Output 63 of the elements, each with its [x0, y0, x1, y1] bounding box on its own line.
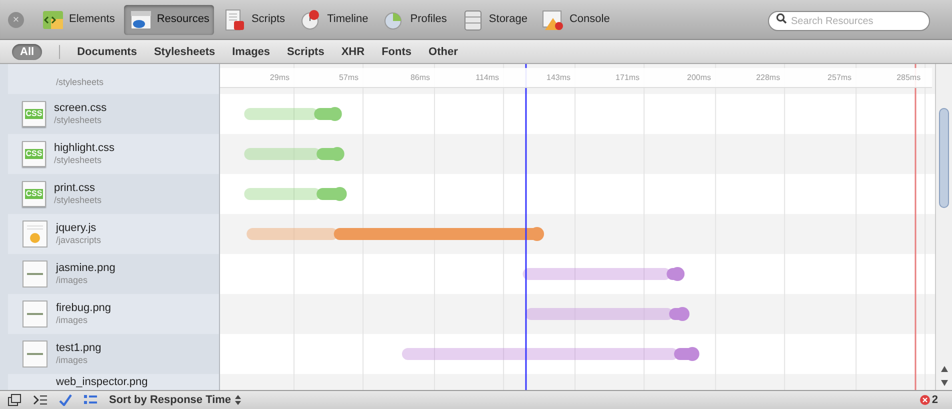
tick-label: 86ms [409, 72, 430, 84]
filter-tab[interactable]: Stylesheets [154, 44, 216, 60]
resource-name[interactable]: highlight.css [54, 142, 115, 154]
tick-label: 228ms [755, 72, 780, 84]
console-button[interactable] [33, 394, 47, 406]
toolbar-tab[interactable]: Elements [36, 4, 120, 34]
error-count[interactable]: 2 [932, 392, 938, 408]
resource-path: /images [56, 314, 89, 326]
resource-name[interactable]: firebug.png [56, 302, 112, 314]
stylesheet-file-icon: CSS [22, 181, 46, 207]
filter-tab[interactable]: Other [428, 44, 458, 60]
console-warning-icon [541, 8, 566, 32]
tick-label: 285ms [896, 72, 921, 84]
toolbar-tab[interactable]: Resources [124, 4, 214, 34]
filter-tab[interactable]: Fonts [382, 44, 412, 60]
resource-path: /images [56, 354, 89, 366]
search-icon [776, 12, 787, 24]
toolbar-tab[interactable]: Scripts [218, 4, 290, 34]
resource-name[interactable]: print.css [54, 182, 102, 194]
search-field[interactable]: Search Resources [768, 11, 930, 31]
resource-path: /stylesheets [54, 154, 103, 166]
resource-name[interactable]: test1.png [56, 342, 102, 354]
filter-tab[interactable]: XHR [341, 44, 365, 60]
tick-label: 200ms [686, 72, 712, 84]
image-thumbnail-icon [22, 300, 48, 328]
scrollbar[interactable] [935, 64, 952, 390]
checkmark-icon [59, 394, 72, 406]
filter-tab[interactable]: Documents [77, 44, 137, 60]
toolbar-tab[interactable]: Console [536, 4, 615, 34]
resource-name[interactable]: screen.css [54, 102, 107, 114]
resource-path: /stylesheets [54, 194, 102, 206]
list-icon [84, 394, 97, 406]
tick-label: 114ms [474, 72, 500, 84]
dock-button[interactable] [8, 394, 21, 406]
resource-path: /images [56, 274, 89, 286]
enable-button[interactable] [59, 394, 72, 406]
tick-label: 57ms [338, 72, 359, 84]
filter-tab[interactable]: Images [232, 44, 270, 60]
script-file-icon [22, 220, 48, 248]
tick-label: 143ms [546, 72, 571, 84]
sort-dropdown[interactable]: Sort by Response Time [109, 392, 242, 408]
image-thumbnail-icon [22, 260, 48, 288]
resource-path: /stylesheets [54, 114, 103, 126]
stylesheet-file-icon: CSS [22, 141, 46, 167]
image-thumbnail-icon [22, 340, 48, 368]
stylesheet-file-icon: CSS [22, 101, 46, 127]
filter-tab[interactable]: Scripts [287, 44, 324, 60]
error-icon [920, 395, 930, 405]
resource-name[interactable]: jquery.js [56, 222, 102, 234]
resource-path: /stylesheets [56, 76, 104, 88]
toolbar-tab[interactable]: Timeline [294, 4, 374, 34]
resource-path: /javascripts [56, 234, 102, 246]
windows-icon [8, 394, 21, 406]
tick-label: 29ms [268, 72, 290, 84]
toolbar-tab[interactable]: Profiles [377, 4, 452, 34]
tick-label: 171ms [614, 72, 640, 84]
resource-name[interactable]: jasmine.png [56, 262, 116, 274]
updown-caret-icon [235, 395, 242, 405]
tick-label: 257ms [826, 72, 852, 84]
scroll-thumb[interactable] [939, 108, 949, 208]
prompt-list-icon [33, 394, 47, 406]
toolbar-tab[interactable]: Storage [456, 4, 532, 34]
view-button[interactable] [84, 394, 97, 406]
